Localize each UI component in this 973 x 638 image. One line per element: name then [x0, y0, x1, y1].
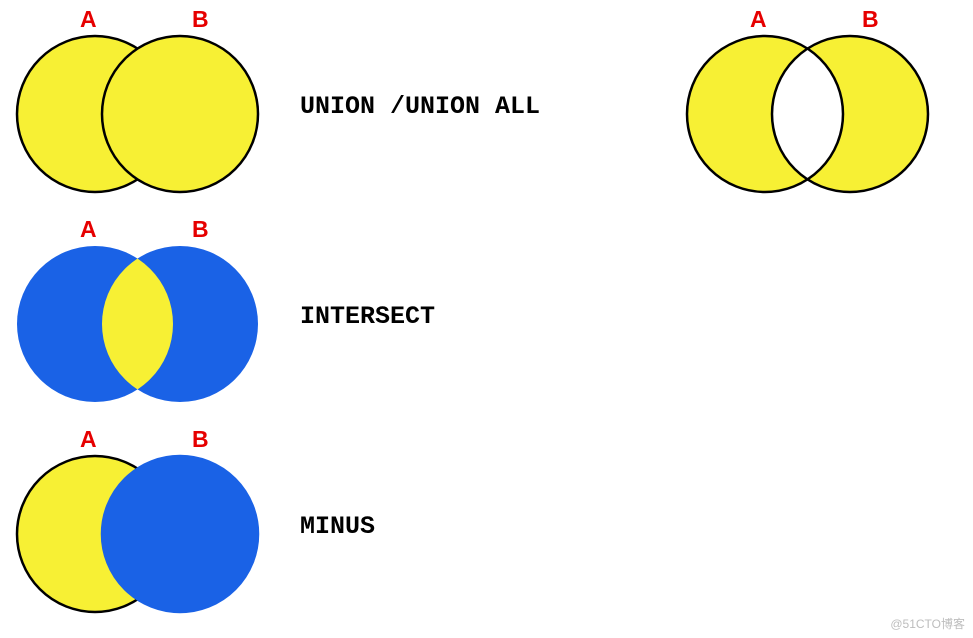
minus-venn-svg	[10, 452, 270, 622]
minus-circle-b	[102, 456, 258, 612]
union-set-b-label: B	[192, 6, 209, 33]
minus-set-b-label: B	[192, 426, 209, 453]
intersect-venn-svg	[10, 242, 270, 412]
result-venn-svg	[680, 32, 940, 202]
intersect-operation-label: INTERSECT	[300, 302, 435, 331]
intersect-row: A B INTERSECT	[10, 216, 435, 416]
minus-operation-label: MINUS	[300, 512, 375, 541]
result-set-a-label: A	[750, 6, 767, 33]
result-venn: A B	[680, 6, 940, 206]
union-circle-b	[102, 36, 258, 192]
union-venn-svg	[10, 32, 270, 202]
result-row: A B	[680, 6, 940, 206]
watermark: @51CTO博客	[890, 615, 965, 632]
union-row: A B UNION /UNION ALL	[10, 6, 540, 206]
minus-row: A B MINUS	[10, 426, 375, 626]
result-set-b-label: B	[862, 6, 879, 33]
intersect-set-a-label: A	[80, 216, 97, 243]
minus-venn: A B	[10, 426, 270, 626]
minus-set-a-label: A	[80, 426, 97, 453]
union-operation-label: UNION /UNION ALL	[300, 92, 540, 121]
union-venn: A B	[10, 6, 270, 206]
union-set-a-label: A	[80, 6, 97, 33]
intersect-set-b-label: B	[192, 216, 209, 243]
intersect-venn: A B	[10, 216, 270, 416]
